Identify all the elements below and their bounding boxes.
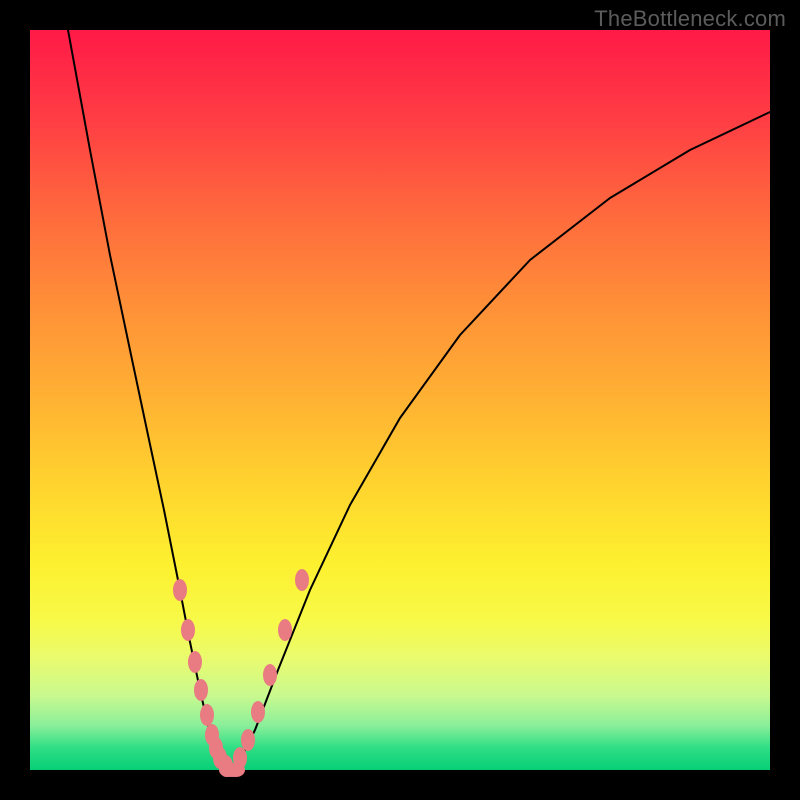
bead-marker — [251, 701, 265, 723]
bead-marker — [278, 619, 292, 641]
watermark-text: TheBottleneck.com — [594, 6, 786, 32]
bead-marker — [295, 569, 309, 591]
bead-marker — [181, 619, 195, 641]
bead-marker — [188, 651, 202, 673]
bead-marker — [263, 664, 277, 686]
bead-marker — [200, 704, 214, 726]
curve-right — [232, 112, 770, 770]
plot-area — [30, 30, 770, 770]
bead-marker — [194, 679, 208, 701]
beads-group — [173, 569, 309, 777]
chart-svg — [30, 30, 770, 770]
curve-left — [68, 30, 232, 770]
bead-marker — [227, 763, 245, 777]
curve-group — [68, 30, 770, 770]
chart-frame: TheBottleneck.com — [0, 0, 800, 800]
bead-marker — [241, 729, 255, 751]
bead-marker — [173, 579, 187, 601]
